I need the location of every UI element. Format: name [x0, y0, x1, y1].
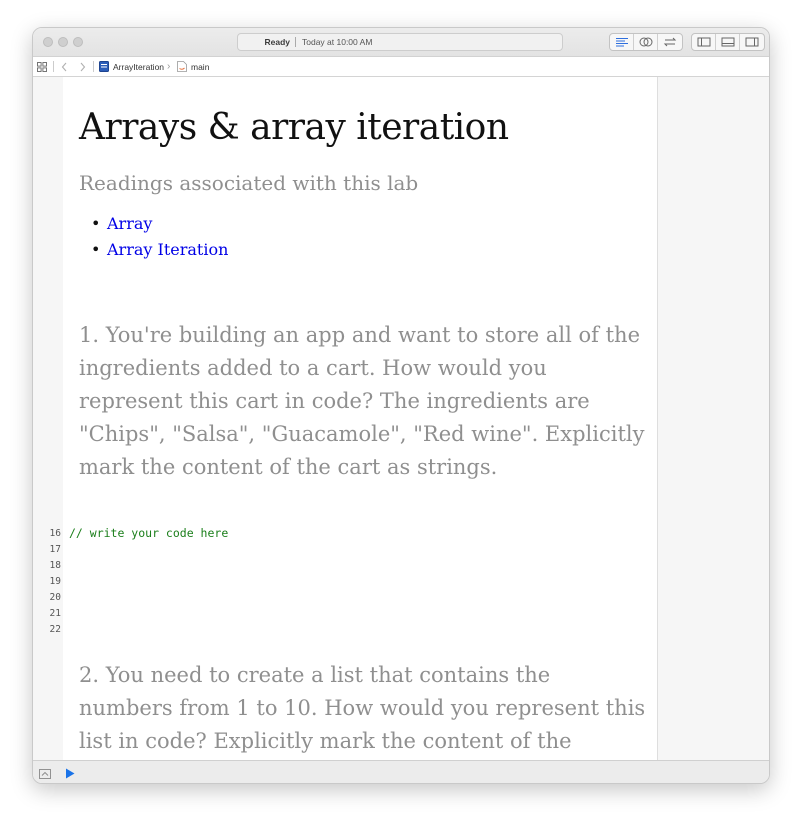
bottom-bar [33, 760, 769, 783]
panel-toggle-group [691, 33, 765, 51]
line-number: 17 [49, 544, 61, 555]
minimize-window-button[interactable] [58, 37, 68, 47]
forward-button[interactable] [79, 57, 86, 76]
readings-heading: Readings associated with this lab [79, 171, 419, 195]
title-bar: Ready Today at 10:00 AM [33, 28, 769, 57]
chevron-right-icon: › [167, 61, 171, 72]
breadcrumb-file[interactable]: main [177, 57, 209, 76]
playground-window: Ready Today at 10:00 AM ArrayIteration ›… [32, 27, 770, 784]
activity-status: Ready Today at 10:00 AM [237, 33, 563, 51]
status-state: Ready [264, 37, 290, 47]
readings-list: Array Array Iteration [79, 211, 228, 263]
debug-area-toggle-icon [721, 37, 734, 47]
inspector-toggle-icon [745, 37, 759, 47]
line-number: 22 [49, 624, 61, 635]
line-number: 20 [49, 592, 61, 603]
console-toggle-button[interactable] [39, 766, 51, 783]
version-editor-button[interactable] [658, 34, 682, 50]
debug-area-toggle-button[interactable] [716, 34, 740, 50]
line-number-gutter: 16 17 18 19 20 21 22 [33, 77, 63, 761]
run-play-icon [66, 768, 75, 779]
assistant-editor-button[interactable] [634, 34, 658, 50]
line-number: 18 [49, 560, 61, 571]
list-item: Array Iteration [91, 237, 228, 263]
close-window-button[interactable] [43, 37, 53, 47]
list-item: Array [91, 211, 228, 237]
line-number: 21 [49, 608, 61, 619]
code-comment[interactable]: // write your code here [69, 526, 228, 540]
page-title: Arrays & array iteration [79, 107, 509, 148]
related-items-button[interactable] [37, 57, 47, 76]
separator [93, 57, 94, 76]
zoom-window-button[interactable] [73, 37, 83, 47]
question-1: 1. You're building an app and want to st… [79, 323, 645, 479]
question-2: 2. You need to create a list that contai… [79, 663, 646, 753]
breadcrumb-project[interactable]: ArrayIteration › [99, 57, 173, 76]
grid-icon [37, 61, 47, 72]
run-button[interactable] [65, 766, 75, 783]
version-editor-icon [663, 37, 677, 47]
breadcrumb-file-label: main [191, 61, 210, 72]
inspector-toggle-button[interactable] [740, 34, 764, 50]
status-separator [295, 37, 296, 47]
line-number: 16 [49, 528, 61, 539]
results-sidebar [658, 77, 769, 761]
playground-editor[interactable]: Arrays & array iteration Readings associ… [63, 77, 658, 761]
jump-bar: ArrayIteration › main [33, 57, 769, 77]
status-time: Today at 10:00 AM [302, 37, 373, 47]
link-array[interactable]: Array [107, 214, 152, 233]
playground-file-icon [99, 61, 109, 72]
breadcrumb-project-label: ArrayIteration [113, 61, 165, 72]
back-button[interactable] [61, 57, 68, 76]
swift-file-icon [177, 61, 187, 72]
navigator-toggle-button[interactable] [692, 34, 716, 50]
editor-mode-group [609, 33, 683, 51]
navigator-toggle-icon [697, 37, 710, 47]
standard-editor-button[interactable] [610, 34, 634, 50]
link-array-iteration[interactable]: Array Iteration [107, 240, 228, 259]
console-toggle-icon [39, 769, 51, 779]
line-number: 19 [49, 576, 61, 587]
separator [53, 57, 54, 76]
forward-arrow-icon [80, 62, 86, 71]
assistant-editor-icon [639, 37, 652, 47]
standard-editor-icon [615, 37, 628, 47]
back-arrow-icon [61, 62, 67, 71]
